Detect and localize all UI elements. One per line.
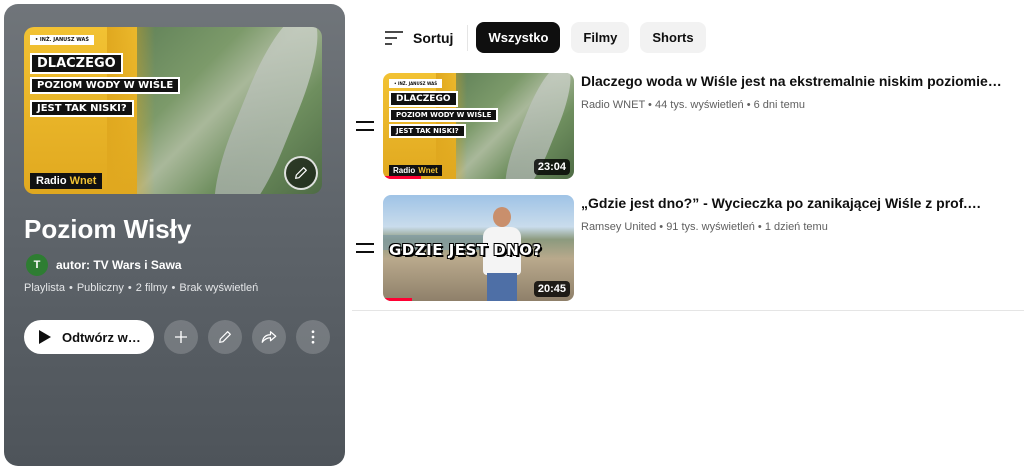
meta-separator: • (127, 282, 132, 294)
add-to-button[interactable] (164, 320, 198, 354)
meta-count: 2 filmy (135, 282, 168, 294)
person-jeans (487, 273, 517, 301)
chip-videos[interactable]: Filmy (571, 22, 630, 53)
radio-wnet-logo: Radio Wnet (389, 165, 442, 176)
sort-icon (385, 30, 403, 45)
chip-shorts[interactable]: Shorts (640, 22, 706, 53)
chip-all[interactable]: Wszystko (476, 22, 561, 53)
brand-text-b: Wnet (418, 166, 438, 175)
hero-author-tag: • INŻ. JANUSZ WAŚ (389, 79, 443, 88)
playlist-thumbnail[interactable]: • INŻ. JANUSZ WAŚ DLACZEGO POZIOM WODY W… (24, 27, 322, 194)
playlist-title: Poziom Wisły (24, 214, 192, 244)
video-thumbnail[interactable]: GDZIE JEST DNO? 20:45 (383, 195, 574, 301)
play-icon (39, 330, 51, 344)
more-actions-button[interactable] (296, 320, 330, 354)
video-duration: 23:04 (533, 159, 570, 175)
meta-visibility: Publiczny (76, 282, 124, 294)
video-meta: Radio WNET • 44 tys. wyświetleń • 6 dni … (581, 99, 805, 111)
sort-label: Sortuj (413, 29, 454, 46)
meta-separator: • (757, 221, 762, 233)
hero-author-tag: • INŻ. JANUSZ WAŚ (30, 35, 94, 45)
share-button[interactable] (252, 320, 286, 354)
list-divider (352, 310, 1024, 311)
hero-line-2: POZIOM WODY W WIŚLE (30, 77, 181, 94)
filter-divider (467, 24, 469, 51)
playlist-actions: Odtwórz w… (24, 320, 330, 354)
author-label[interactable]: autor: TV Wars i Sawa (56, 258, 182, 272)
play-all-label: Odtwórz w… (62, 329, 141, 345)
filter-bar: Sortuj Wszystko Filmy Shorts (383, 22, 717, 53)
video-title[interactable]: Dlaczego woda w Wiśle jest na ekstremaln… (581, 73, 1021, 89)
more-vertical-icon (311, 330, 315, 344)
avatar[interactable]: T (26, 254, 48, 276)
watch-progress-bar (383, 298, 412, 301)
pencil-icon (295, 167, 307, 179)
hero-line-1: DLACZEGO (389, 91, 458, 107)
hero-line-3: JEST TAK NISKI? (389, 124, 466, 138)
drag-handle-icon[interactable] (356, 121, 374, 131)
play-all-button[interactable]: Odtwórz w… (24, 320, 154, 354)
watch-progress-bar (383, 176, 422, 179)
brand-text-a: Radio (393, 166, 416, 175)
video-duration: 20:45 (533, 281, 570, 297)
meta-separator: • (68, 282, 73, 294)
meta-separator: • (171, 282, 176, 294)
video-meta: Ramsey United • 91 tys. wyświetleń • 1 d… (581, 221, 828, 233)
playlist-author[interactable]: T autor: TV Wars i Sawa (26, 254, 182, 276)
playlist-meta: Playlista • Publiczny • 2 filmy • Brak w… (24, 282, 258, 294)
drag-handle-icon[interactable] (356, 243, 374, 253)
share-icon (261, 331, 277, 343)
video-channel[interactable]: Ramsey United (581, 221, 656, 233)
brand-text-b: Wnet (69, 175, 97, 187)
plus-icon (175, 331, 187, 343)
thumbnail-caption: GDZIE JEST DNO? (389, 241, 542, 259)
hero-line-3: JEST TAK NISKI? (30, 100, 134, 117)
playlist-page: • INŻ. JANUSZ WAŚ DLACZEGO POZIOM WODY W… (0, 0, 1024, 467)
sort-button[interactable]: Sortuj (383, 30, 453, 46)
radio-wnet-logo: Radio Wnet (30, 173, 103, 189)
meta-separator: • (648, 99, 652, 111)
pencil-icon (219, 331, 231, 343)
video-views: 91 tys. wyświetleń (666, 221, 755, 233)
meta-views: Brak wyświetleń (179, 282, 259, 294)
meta-type: Playlista (24, 282, 65, 294)
edit-playlist-button[interactable] (208, 320, 242, 354)
playlist-header-panel: • INŻ. JANUSZ WAŚ DLACZEGO POZIOM WODY W… (4, 4, 345, 466)
video-title[interactable]: „Gdzie jest dno?” - Wycieczka po zanikaj… (581, 195, 1021, 211)
playlist-video-row[interactable]: • INŻ. JANUSZ WAŚ DLACZEGO POZIOM WODY W… (352, 71, 1024, 183)
video-channel[interactable]: Radio WNET (581, 99, 645, 111)
video-thumbnail[interactable]: • INŻ. JANUSZ WAŚ DLACZEGO POZIOM WODY W… (383, 73, 574, 179)
person-head (493, 207, 511, 227)
hero-line-1: DLACZEGO (30, 53, 123, 74)
video-age: 1 dzień temu (764, 221, 828, 233)
playlist-video-row[interactable]: GDZIE JEST DNO? 20:45 „Gdzie jest dno?” … (352, 193, 1024, 305)
hero-line-2: POZIOM WODY W WIŚLE (389, 108, 499, 122)
edit-thumbnail-button[interactable] (284, 156, 318, 190)
brand-text-a: Radio (36, 175, 67, 187)
video-views: 44 tys. wyświetleń (654, 99, 744, 111)
video-age: 6 dni temu (753, 99, 805, 111)
meta-separator: • (659, 221, 664, 233)
meta-separator: • (746, 99, 751, 111)
